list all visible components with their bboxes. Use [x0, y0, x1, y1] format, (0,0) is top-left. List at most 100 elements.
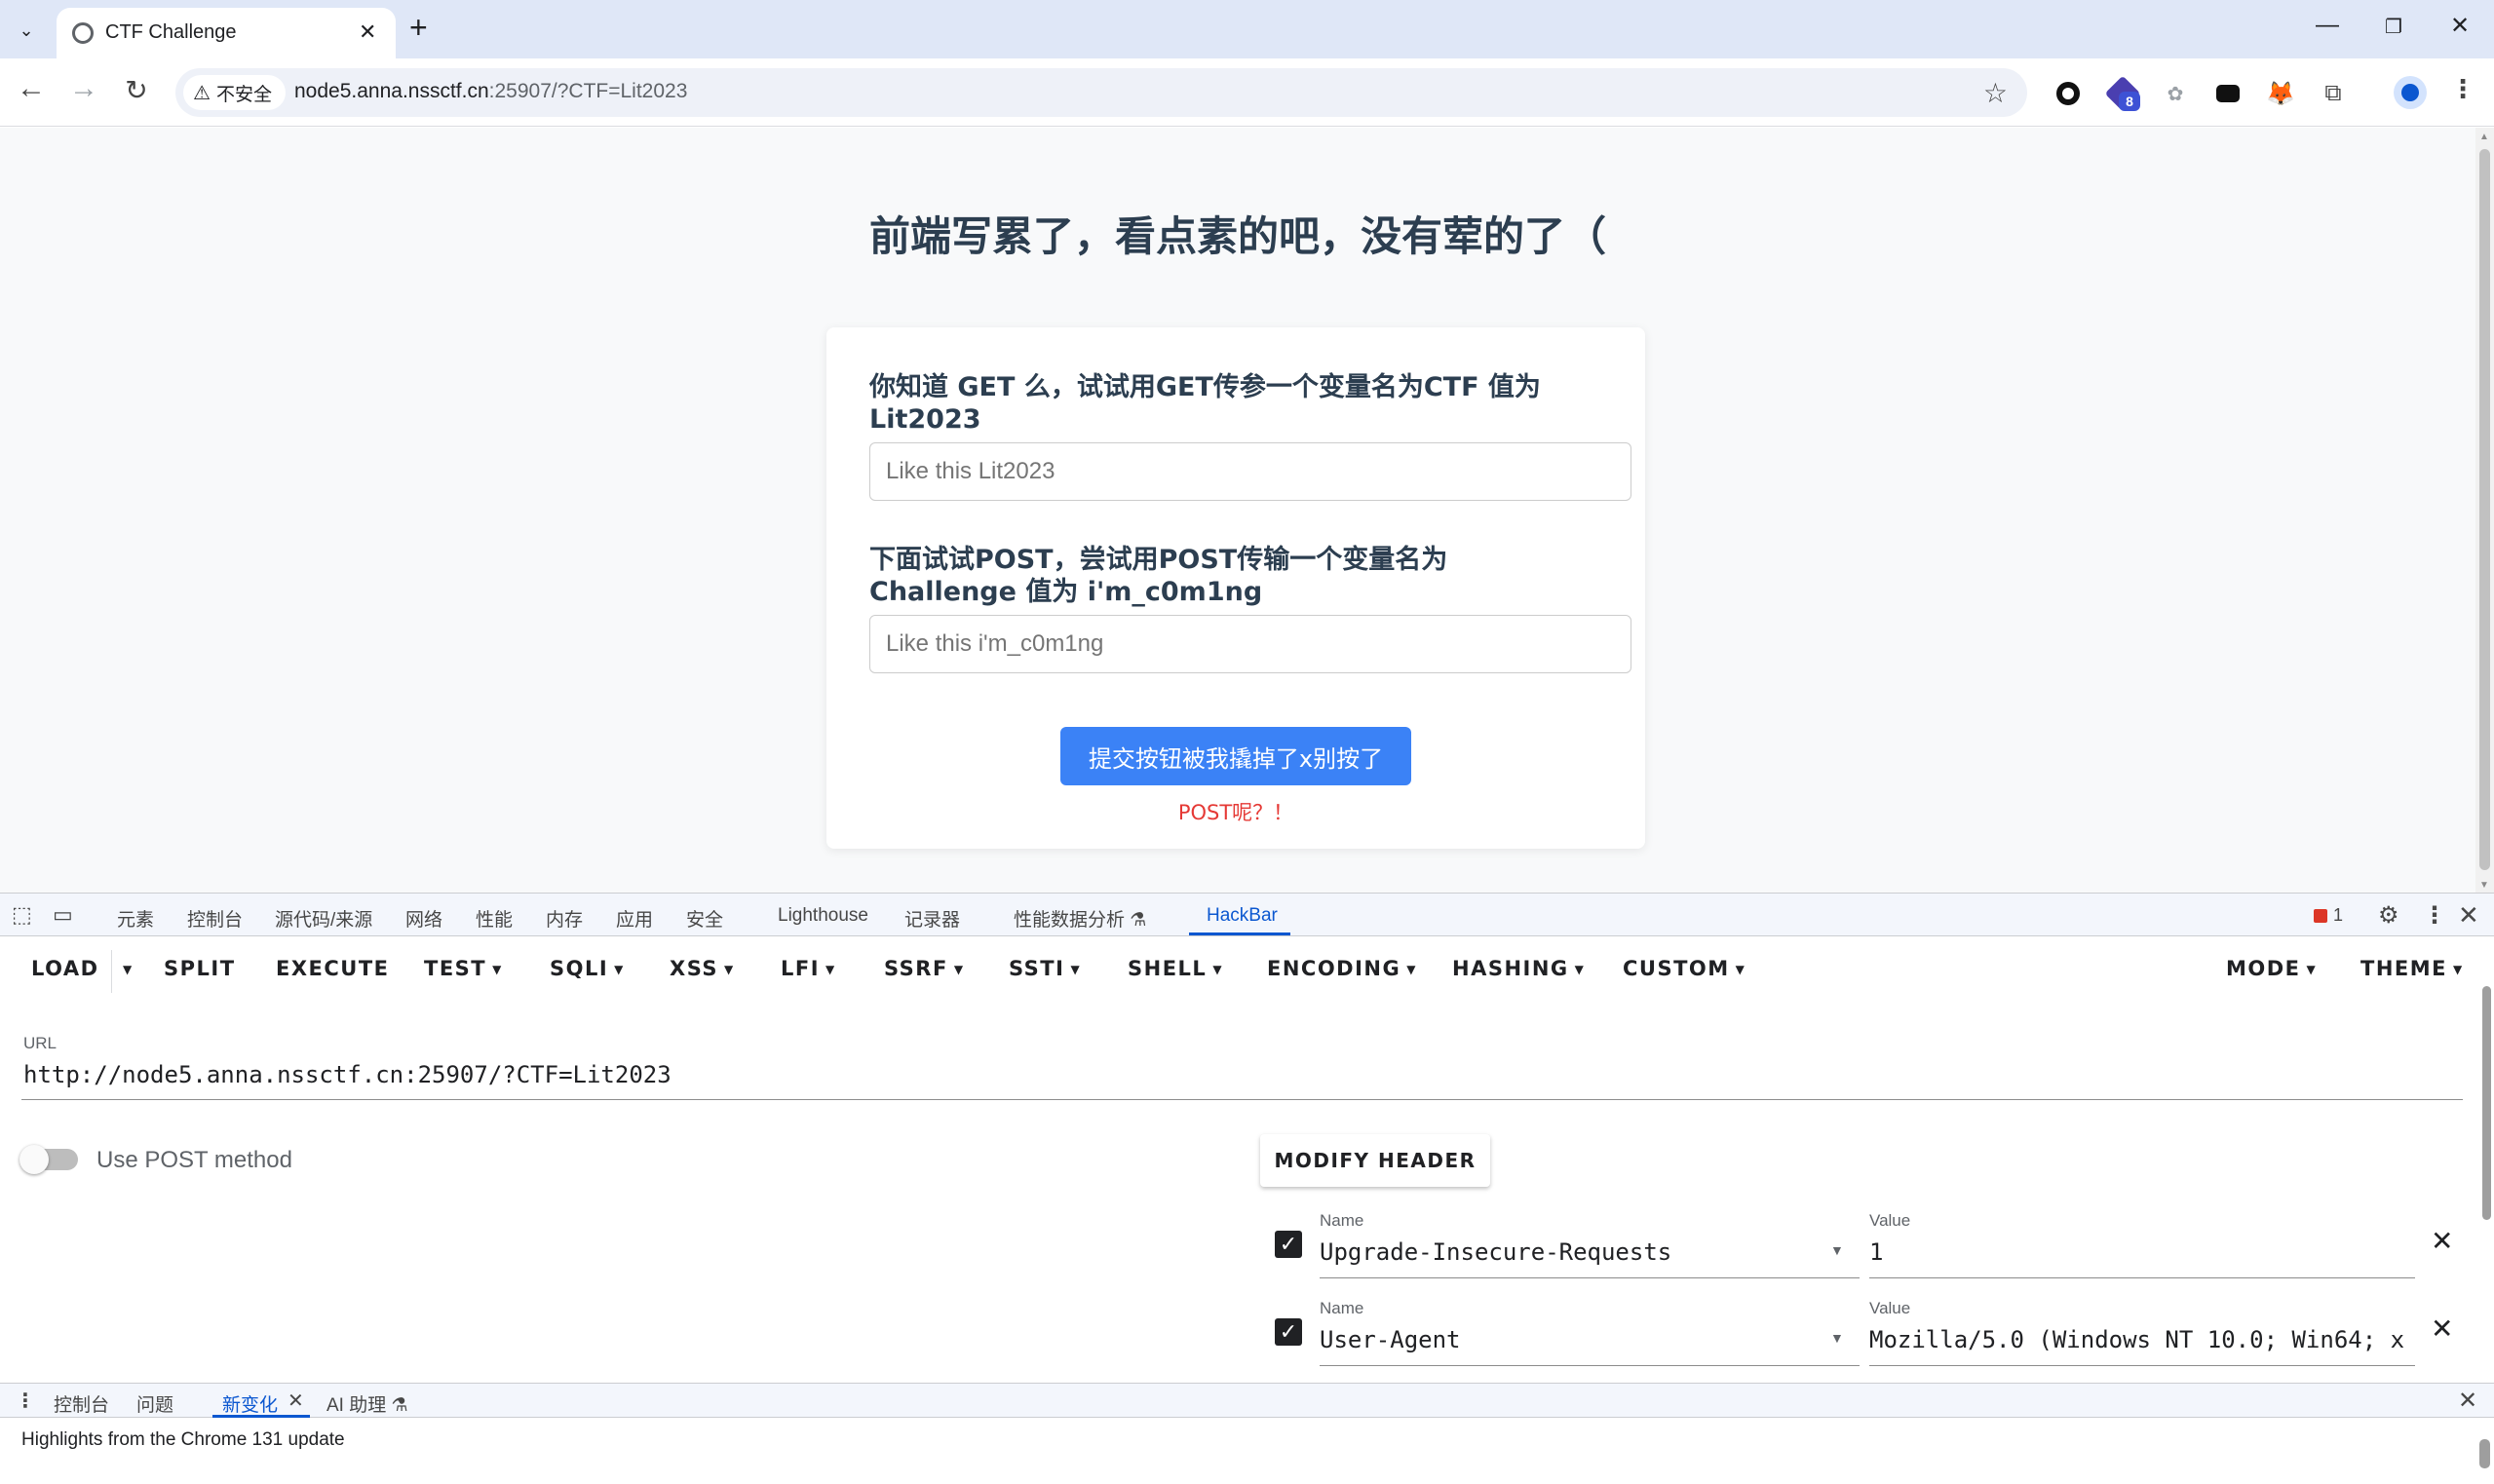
header-name-input[interactable]: User-Agent [1320, 1326, 1461, 1353]
post-question-label: 下面试试POST，尝试用POST传输一个变量名为Challenge 值为 i'm… [869, 545, 1448, 607]
window-minimize-icon[interactable]: — [2308, 12, 2347, 39]
hackbar-split-button[interactable]: SPLIT [164, 957, 236, 980]
drawer-tab-ai-assistant[interactable]: AI 助理 ⚗ [326, 1390, 408, 1417]
devtools-tab-recorder[interactable]: 记录器 [904, 905, 960, 932]
window-restore-icon[interactable]: ❐ [2374, 15, 2413, 39]
devtools-tab-performance[interactable]: 性能 [476, 905, 513, 932]
modify-header-button[interactable]: MODIFY HEADER [1260, 1134, 1490, 1187]
devtools-menu-kebab-icon[interactable]: ⋮ [2423, 901, 2446, 930]
remove-header-icon[interactable]: ✕ [2431, 1225, 2453, 1257]
load-split-separator [111, 950, 112, 993]
hackbar-hashing-menu[interactable]: HASHING ▼ [1452, 957, 1585, 980]
page-scrollbar[interactable]: ▲ ▼ [2475, 128, 2494, 893]
forward-arrow-icon[interactable]: → [64, 72, 103, 105]
toggle-knob [19, 1145, 49, 1174]
inspect-element-icon[interactable]: ⬚ [12, 902, 32, 928]
drawer-tab-issues[interactable]: 问题 [136, 1390, 173, 1417]
test-label: TEST [424, 957, 487, 980]
drawer-tab-close-icon[interactable]: ✕ [288, 1389, 304, 1413]
header-enabled-checkbox[interactable]: ✓ [1275, 1231, 1302, 1258]
header-value-input[interactable]: Mozilla/5.0 (Windows NT 10.0; Win64; x [1869, 1326, 2415, 1353]
use-post-toggle[interactable] [19, 1145, 78, 1174]
hackbar-theme-menu[interactable]: THEME ▼ [2360, 957, 2464, 980]
hackbar-scrollbar[interactable] [2479, 947, 2494, 1386]
globe-favicon-icon [72, 22, 94, 44]
hackbar-toolbar: LOAD ▼ SPLIT EXECUTE TEST ▼ SQLI ▼ XSS ▼ LF… [0, 936, 2494, 1005]
remove-header-icon[interactable]: ✕ [2431, 1313, 2453, 1345]
devtools-tab-sources[interactable]: 源代码/来源 [275, 905, 372, 932]
url-text[interactable]: node5.anna.nssctf.cn:25907/?CTF=Lit2023 [294, 80, 687, 103]
devtools-tab-hackbar[interactable]: HackBar [1207, 905, 1278, 927]
error-count: 1 [2333, 905, 2344, 925]
hackbar-lfi-menu[interactable]: LFI ▼ [781, 957, 836, 980]
header-value-input[interactable]: 1 [1869, 1238, 2415, 1266]
scroll-down-arrow-icon[interactable]: ▼ [2479, 880, 2489, 891]
profile-avatar-icon[interactable] [2394, 76, 2427, 109]
hackbar-custom-menu[interactable]: CUSTOM ▼ [1623, 957, 1746, 980]
devtools-tab-console[interactable]: 控制台 [187, 905, 243, 932]
header-value-label: Value [1869, 1211, 1911, 1230]
scroll-up-arrow-icon[interactable]: ▲ [2479, 132, 2489, 142]
hackbar-load-dropdown[interactable]: ▼ [117, 957, 134, 980]
error-count-badge[interactable]: 1 [2314, 905, 2343, 926]
devtools-tab-lighthouse[interactable]: Lighthouse [778, 905, 868, 927]
window-close-icon[interactable]: ✕ [2440, 12, 2479, 40]
devtools-tab-performance-insights[interactable]: 性能数据分析 ⚗ [1014, 905, 1146, 932]
dropdown-caret-icon[interactable]: ▼ [1830, 1242, 1844, 1258]
puzzle-extensions-icon[interactable]: ⧉ [2320, 80, 2347, 107]
hackbar-ssrf-menu[interactable]: SSRF ▼ [884, 957, 965, 980]
devtools-tab-application[interactable]: 应用 [616, 905, 653, 932]
drawer-scrollbar[interactable] [2475, 1420, 2494, 1484]
devtools-tab-elements[interactable]: 元素 [117, 905, 154, 932]
devtools-close-icon[interactable]: ✕ [2458, 900, 2479, 931]
caret-down-icon: ▼ [1735, 963, 1746, 976]
mask-extension-icon[interactable] [2214, 80, 2242, 107]
settings-gear-icon[interactable]: ⚙ [2378, 901, 2399, 930]
use-post-label: Use POST method [96, 1147, 292, 1173]
address-bar[interactable]: ⚠ 不安全 node5.anna.nssctf.cn:25907/?CTF=Li… [175, 68, 2027, 117]
hackbar-ssti-menu[interactable]: SSTI ▼ [1009, 957, 1081, 980]
dropdown-caret-icon[interactable]: ▼ [1830, 1330, 1844, 1346]
header-name-input[interactable]: Upgrade-Insecure-Requests [1320, 1238, 1671, 1266]
hackbar-load-button[interactable]: LOAD [31, 957, 99, 980]
back-arrow-icon[interactable]: ← [12, 72, 51, 105]
hackbar-execute-button[interactable]: EXECUTE [276, 957, 390, 980]
drawer-menu-kebab-icon[interactable]: ⋮ [16, 1389, 35, 1413]
drawer-scrollbar-thumb[interactable] [2479, 1439, 2490, 1468]
new-tab-plus-icon[interactable]: + [409, 10, 428, 46]
get-param-input[interactable] [869, 442, 1631, 501]
device-toolbar-icon[interactable]: ▭ [53, 902, 73, 928]
security-chip[interactable]: ⚠ 不安全 [183, 75, 286, 110]
caret-down-icon: ▼ [614, 963, 625, 976]
browser-tab[interactable]: CTF Challenge ✕ [57, 8, 396, 58]
browser-menu-kebab-icon[interactable]: ⋮ [2450, 74, 2475, 104]
hashing-label: HASHING [1452, 957, 1569, 980]
active-drawer-tab-indicator [212, 1415, 310, 1418]
tab-close-icon[interactable]: ✕ [359, 19, 376, 45]
hackbar-mode-menu[interactable]: MODE ▼ [2226, 957, 2317, 980]
hackbar-xss-menu[interactable]: XSS ▼ [670, 957, 735, 980]
drawer-tab-console[interactable]: 控制台 [54, 1390, 109, 1417]
hackbar-encoding-menu[interactable]: ENCODING ▼ [1267, 957, 1417, 980]
devtools-tab-network[interactable]: 网络 [405, 905, 442, 932]
flower-extension-icon[interactable]: ✿ [2162, 80, 2189, 107]
devtools-tab-memory[interactable]: 内存 [546, 905, 583, 932]
page-scrollbar-thumb[interactable] [2479, 149, 2490, 870]
hackbar-url-input[interactable]: http://node5.anna.nssctf.cn:25907/?CTF=L… [23, 1061, 671, 1088]
devtools-tab-security[interactable]: 安全 [686, 905, 723, 932]
drawer-close-icon[interactable]: ✕ [2458, 1387, 2477, 1415]
post-param-input[interactable] [869, 615, 1631, 673]
fox-extension-icon[interactable]: 🦊 [2266, 80, 2295, 107]
caret-down-icon: ▼ [724, 963, 735, 976]
reload-icon[interactable]: ↻ [117, 74, 156, 106]
drawer-tab-whats-new[interactable]: 新变化 [222, 1390, 278, 1417]
hackbar-sqli-menu[interactable]: SQLI ▼ [550, 957, 625, 980]
ring-extension-icon[interactable] [2054, 80, 2082, 107]
header-enabled-checkbox[interactable]: ✓ [1275, 1318, 1302, 1346]
hackbar-test-menu[interactable]: TEST ▼ [424, 957, 503, 980]
bookmark-star-icon[interactable]: ☆ [1983, 77, 2008, 109]
hackbar-shell-menu[interactable]: SHELL ▼ [1128, 957, 1223, 980]
hackbar-scrollbar-thumb[interactable] [2482, 986, 2491, 1220]
tab-search-chevron-icon[interactable]: ⌄ [10, 14, 43, 47]
submit-button[interactable]: 提交按钮被我撬掉了x别按了 [1060, 727, 1411, 785]
